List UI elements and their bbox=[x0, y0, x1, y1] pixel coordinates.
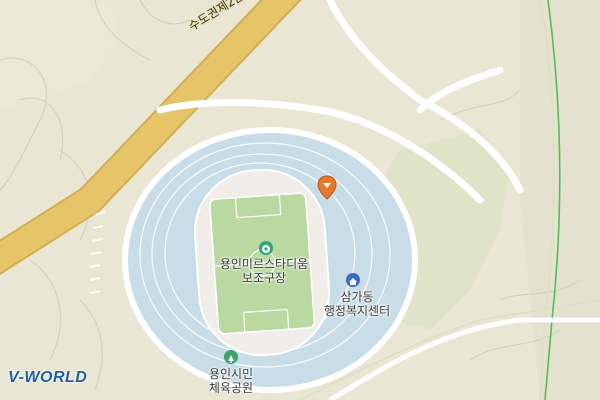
park-icon[interactable] bbox=[224, 350, 238, 364]
soccer-ball-icon[interactable] bbox=[259, 241, 273, 255]
park-label[interactable]: 용인시민 체육공원 bbox=[198, 367, 264, 395]
district-office-label[interactable]: 삼가동 행정복지센터 bbox=[316, 290, 398, 318]
map-view[interactable]: 수도권제2순환 용인미르스타디움 보조구장 삼가동 행정복지센터 용인시민 체육… bbox=[0, 0, 600, 400]
house-icon[interactable] bbox=[346, 273, 360, 287]
parking-marks bbox=[89, 211, 106, 294]
stadium-label[interactable]: 용인미르스타디움 보조구장 bbox=[212, 257, 316, 285]
terrain-patch bbox=[0, 0, 120, 110]
location-pin-icon[interactable] bbox=[316, 175, 338, 201]
vworld-logo: V-WORLD bbox=[8, 369, 88, 386]
basemap bbox=[0, 0, 600, 400]
